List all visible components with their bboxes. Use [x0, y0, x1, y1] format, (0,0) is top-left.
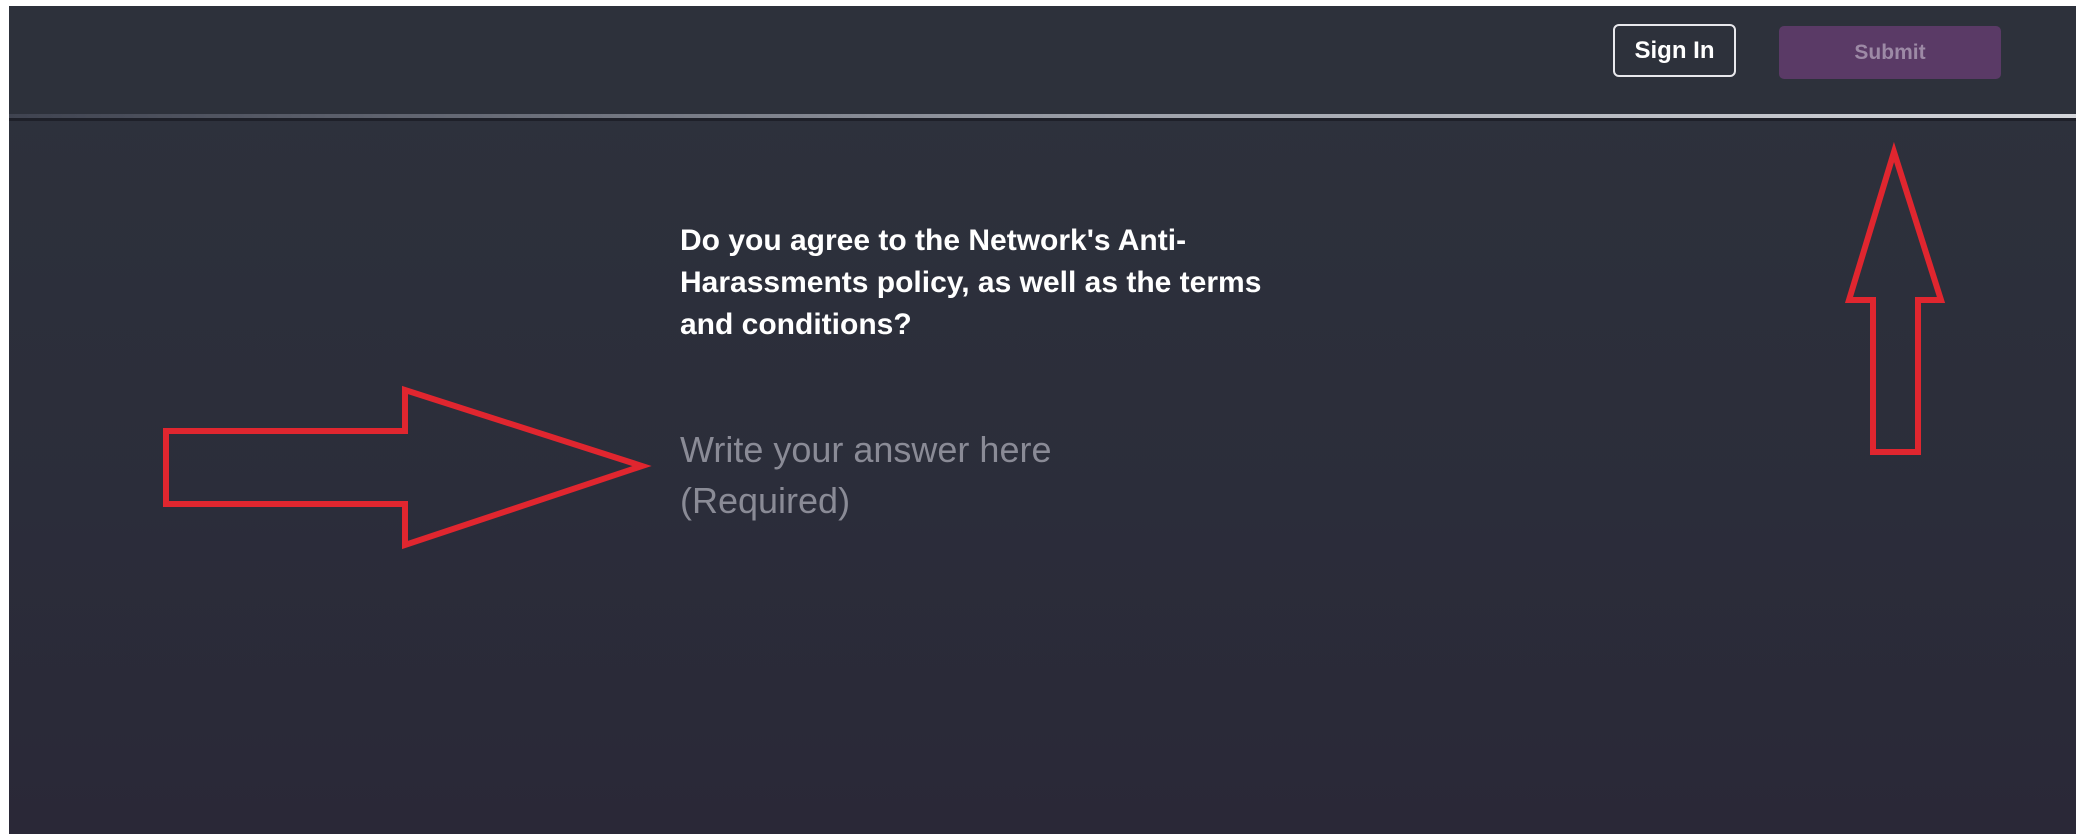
answer-input[interactable] [680, 424, 1140, 534]
question-text: Do you agree to the Network's Anti-Haras… [680, 224, 1262, 341]
top-bar: Sign In Submit [9, 6, 2076, 114]
sign-in-button[interactable]: Sign In [1613, 24, 1736, 77]
header-divider [9, 118, 2076, 121]
submit-button[interactable]: Submit [1779, 26, 2001, 79]
form-page: Sign In Submit Do you agree to the Netwo… [9, 6, 2076, 834]
